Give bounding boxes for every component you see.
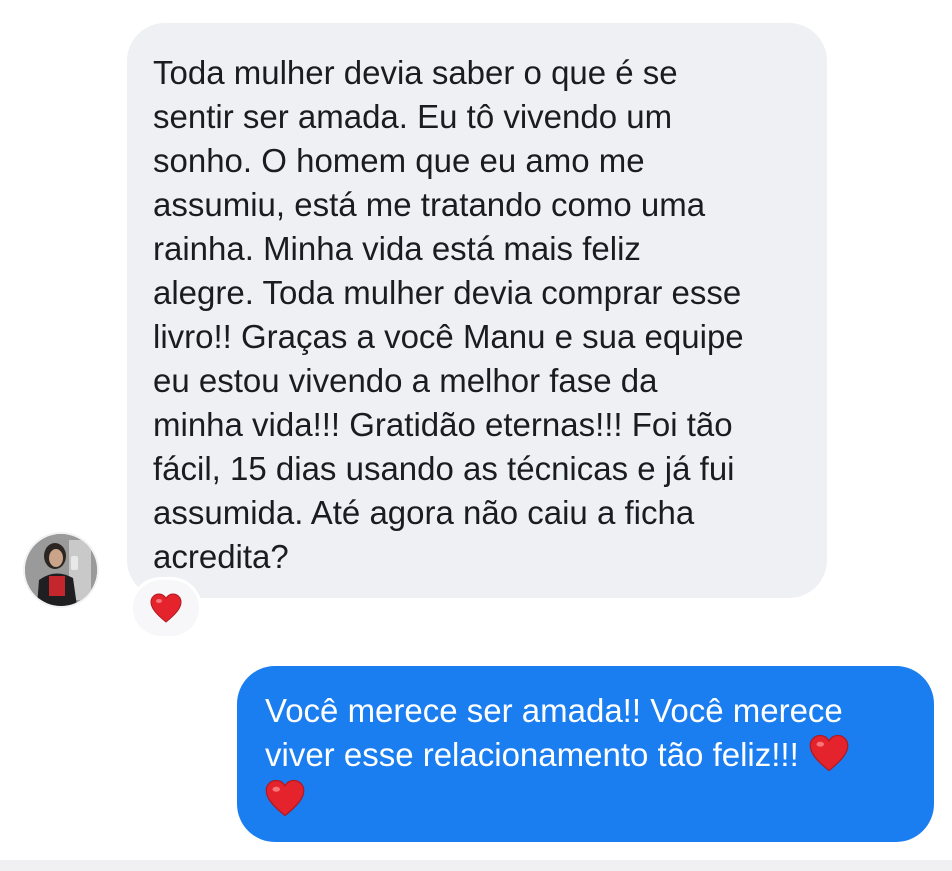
outgoing-message-bubble[interactable]: Você merece ser amada!! Você merece vive… [237,666,934,842]
message-line: sonho. O homem que eu amo me [153,142,645,179]
message-line-text: Você merece ser amada!! Você merece [265,692,843,729]
message-line: livro!! Graças a você Manu e sua equipe [153,318,744,355]
message-line: assumida. Até agora não caiu a ficha [153,494,695,531]
message-line: Você merece ser amada!! Você merece [265,689,908,733]
message-line: acredita? [153,538,289,575]
message-line: minha vida!!! Gratidão eternas!!! Foi tã… [153,406,733,443]
message-line: assumiu, está me tratando como uma [153,186,706,223]
heart-icon [150,593,182,623]
incoming-message-text: Toda mulher devia saber o que é se senti… [153,51,801,579]
message-line: fácil, 15 dias usando as técnicas e já f… [153,450,735,487]
message-line: viver esse relacionamento tão feliz!!! [265,733,908,777]
heart-reaction[interactable] [133,580,199,636]
heart-icon [265,779,305,817]
message-thread: Toda mulher devia saber o que é se senti… [0,0,952,871]
message-line-text: viver esse relacionamento tão feliz!!! [265,736,799,773]
message-line: alegre. Toda mulher devia comprar esse [153,274,742,311]
avatar[interactable] [25,534,97,606]
message-line: eu estou vivendo a melhor fase da [153,362,658,399]
bottom-divider [0,860,952,871]
incoming-message-bubble[interactable]: Toda mulher devia saber o que é se senti… [127,23,827,598]
outgoing-message-text: Você merece ser amada!! Você merece vive… [265,689,908,817]
message-line: Toda mulher devia saber o que é se [153,54,678,91]
message-line: rainha. Minha vida está mais feliz [153,230,641,267]
message-line: sentir ser amada. Eu tô vivendo um [153,98,673,135]
heart-icon [809,734,849,772]
